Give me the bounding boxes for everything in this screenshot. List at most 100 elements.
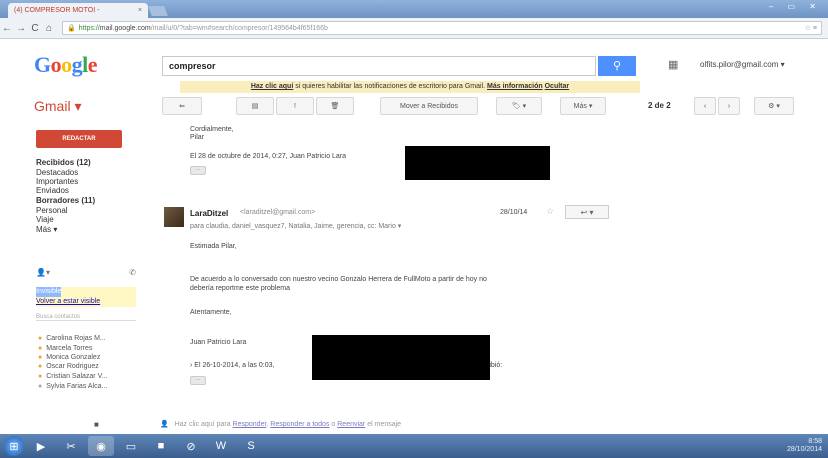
media-player-icon[interactable]: ▶ [28, 436, 54, 456]
bookmark-star-icon[interactable]: ☆ ≡ [805, 24, 817, 32]
reply-avatar-icon: 👤 [160, 421, 169, 428]
phone-icon[interactable]: ✆ [129, 268, 136, 277]
skype-icon[interactable]: S [238, 436, 264, 456]
chrome-icon[interactable]: ◉ [88, 436, 114, 456]
more-actions-button[interactable]: Más ▾ [560, 97, 606, 115]
forward-link[interactable]: Reenviar [337, 421, 365, 428]
show-trimmed-content[interactable]: ··· [190, 166, 206, 175]
logo-letter: e [87, 52, 98, 77]
reply-prompt-start[interactable]: Haz clic aquí [175, 421, 215, 428]
reply-prompt-end: el mensaje [365, 421, 402, 428]
sidebar-item[interactable]: Más ▾ [36, 225, 57, 234]
clock-date: 28/10/2014 [786, 446, 822, 453]
start-button[interactable]: ⊞ [4, 436, 24, 456]
show-trimmed-content-2[interactable]: ··· [190, 376, 206, 385]
reply-all-link[interactable]: Responder a todos [270, 421, 329, 428]
sidebar-item[interactable]: Importantes [36, 177, 78, 186]
star-icon[interactable]: ☆ [546, 206, 554, 217]
contact-item[interactable]: ● Carolina Rojas M... [38, 335, 106, 342]
sender-email: <laraditzel@gmail.com> [240, 209, 316, 216]
address-bar[interactable]: 🔒 https:// mail.google.com /mail/u/0/?ta… [62, 21, 822, 35]
prev-quote-header: El 28 de octubre de 2014, 0:27, Juan Pat… [190, 153, 347, 160]
sidebar-item[interactable]: Borradores (11) [36, 196, 95, 205]
become-visible-link[interactable]: Volver a estar visible [36, 298, 100, 305]
enable-notifications-link[interactable]: Haz clic aquí [251, 83, 293, 90]
reply-link[interactable]: Responder [233, 421, 267, 428]
explorer-folder-icon[interactable]: ▭ [118, 436, 144, 456]
reload-icon[interactable]: C [28, 23, 42, 34]
delete-button[interactable]: 🗑 [316, 97, 354, 115]
contact-item[interactable]: ● Marcela Torres [38, 345, 92, 352]
search-input[interactable]: compresor [162, 56, 596, 76]
home-icon[interactable]: ⌂ [42, 23, 56, 34]
sidebar-item[interactable]: Recibidos (12) [36, 158, 91, 167]
contact-name: Carolina Rojas M... [46, 335, 106, 342]
contact-item[interactable]: ● Monica Gonzalez [38, 354, 100, 361]
prev-closing: Cordialmente, [190, 126, 234, 133]
chat-status-box: Invisible Volver a estar visible [36, 287, 136, 307]
chat-status: Invisible [36, 287, 62, 297]
tools-icon[interactable]: ✂ [58, 436, 84, 456]
prev-conversation-button[interactable]: ‹ [694, 97, 716, 115]
contact-item[interactable]: ● Oscar Rodriguez [38, 363, 99, 370]
sender-name[interactable]: LaraDitzel [190, 209, 228, 218]
next-conversation-button[interactable]: › [718, 97, 740, 115]
labels-button[interactable]: 🏷 ▾ [496, 97, 542, 115]
window-controls[interactable]: – ▭ ✕ [769, 2, 822, 11]
search-button[interactable]: ⚲ [598, 56, 636, 76]
contact-search-input[interactable]: Busca contactos [36, 314, 136, 321]
compose-button[interactable]: REDACTAR [36, 130, 122, 148]
forward-arrow-icon[interactable]: → [14, 23, 28, 34]
network-icon[interactable]: ⊘ [178, 436, 204, 456]
signature: Juan Patricio Lara [190, 339, 247, 346]
account-email[interactable]: olfits.pilor@gmail.com ▾ [700, 60, 785, 69]
reply-bar: 👤 Haz clic aquí para Responder, Responde… [160, 420, 401, 428]
word-icon[interactable]: W [208, 436, 234, 456]
move-to-inbox-button[interactable]: Mover a Recibidos [380, 97, 478, 115]
body-line-1: De acuerdo a lo conversado con nuestro v… [190, 276, 487, 283]
apps-grid-icon[interactable]: ▦ [668, 58, 684, 72]
message-date: 28/10/14 [500, 209, 528, 216]
browser-tab[interactable]: (4) COMPRESOR MOTOI - × [8, 3, 148, 18]
gmail-menu[interactable]: Gmail ▾ [34, 98, 81, 115]
sidebar-item[interactable]: Destacados [36, 168, 78, 177]
sidebar-item[interactable]: Personal [36, 206, 68, 215]
contact-item[interactable]: ● Sylvia Farias Alca... [38, 383, 107, 390]
tab-title: (4) COMPRESOR MOTOI - [14, 7, 100, 14]
back-arrow-icon[interactable]: ← [0, 23, 14, 34]
settings-button[interactable]: ⚙ ▾ [754, 97, 794, 115]
system-tray[interactable]: 8:58 28/10/2014 [787, 438, 822, 454]
clock-time: 8:58 [808, 438, 822, 445]
hide-notification-link[interactable]: Ocultar [545, 83, 570, 90]
sidebar-item[interactable]: Viaje [36, 215, 54, 224]
url-host: mail.google.com [99, 24, 151, 32]
presence-dot-icon: ● [38, 373, 43, 380]
avatar [164, 207, 184, 227]
greeting: Estimada Pilar, [190, 243, 237, 250]
back-to-list-button[interactable]: ⇐ [162, 97, 202, 115]
closing: Atentamente, [190, 309, 232, 316]
report-spam-button[interactable]: ! [276, 97, 314, 115]
tab-close-icon[interactable]: × [138, 7, 142, 14]
presence-dot-icon: ● [38, 383, 43, 390]
contact-name: Monica Gonzalez [46, 354, 101, 361]
reply-button[interactable]: ↩ ▾ [565, 205, 609, 219]
logo-letter: o [50, 52, 62, 77]
app-icon[interactable]: ■ [148, 436, 174, 456]
reply-prompt-mid: para [214, 421, 233, 428]
notification-text: si quieres habilitar las notificaciones … [293, 83, 488, 90]
recipients-line[interactable]: para claudia, daniel_vasquez7, Natalia, … [190, 222, 401, 230]
quote-header: › El 26-10-2014, a las 0:03, [190, 362, 275, 369]
chat-footer-icon[interactable]: ■ [94, 420, 99, 429]
new-tab-button[interactable] [148, 6, 168, 16]
more-info-link[interactable]: Más información [487, 83, 543, 90]
contact-item[interactable]: ● Cristian Salazar V... [38, 373, 107, 380]
sidebar-item[interactable]: Enviados [36, 186, 69, 195]
archive-button[interactable]: ▤ [236, 97, 274, 115]
google-logo[interactable]: Google [34, 52, 98, 78]
logo-letter: G [34, 52, 51, 77]
prev-signature: Pilar [190, 134, 205, 141]
redaction-block-2 [312, 335, 490, 380]
person-icon[interactable]: 👤▾ [36, 268, 50, 277]
page-count: 2 de 2 [648, 101, 671, 110]
